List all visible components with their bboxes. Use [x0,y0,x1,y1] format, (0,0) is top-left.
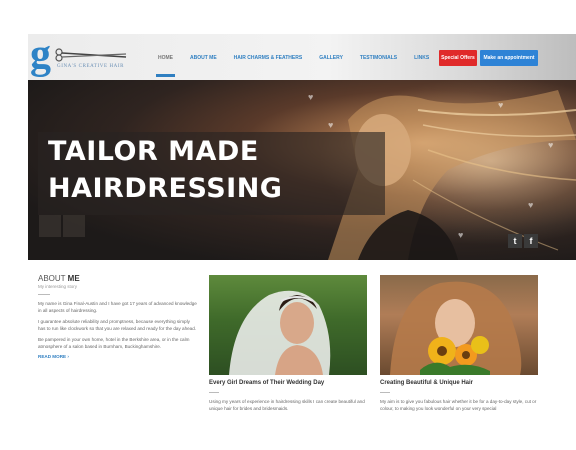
about-subtitle: My interesting story [38,284,78,289]
about-heading-light: ABOUT [38,274,66,283]
about-paragraph: My name is Gina Final-Austin and I have … [38,301,197,313]
facebook-icon[interactable]: f [524,234,538,248]
about-paragraph: Be pampered in your own home, hotel in t… [38,337,190,349]
hero-title-line-2: HAIRDRESSING [48,173,283,204]
card-text: My aim is to give you fabulous hair whet… [380,399,537,411]
slider-next-button[interactable] [63,215,85,237]
card-title[interactable]: Creating Beautiful & Unique Hair [380,380,538,386]
read-more-link[interactable]: READ MORE › [38,354,198,359]
nav-gallery[interactable]: GALLERY [319,52,343,64]
card-text: Using my years of experience in hairdres… [209,399,365,411]
website-page: g GINA'S CREATIVE HAIR HOME ABOUT ME HAI… [28,34,576,419]
hero-title-line-1: TAILOR MADE [48,136,259,167]
about-heading-bold: ME [67,274,80,283]
about-paragraph: I guarantee absolute reliability and pro… [38,319,197,331]
nav-about-me[interactable]: ABOUT ME [190,52,217,64]
twitter-icon[interactable]: t [508,234,522,248]
logo-letter: g [30,34,51,78]
heart-decoration: ♥ [328,120,334,130]
about-heading: ABOUT ME [38,274,198,283]
hero-banner: ♥ ♥ ♥ ♥ ♥ ♥ ♥ TAILOR MADE HAIRDRESSING t… [28,80,576,260]
scissors-icon [55,48,127,62]
nav-hair-charms-feathers[interactable]: HAIR CHARMS & FEATHERS [234,52,303,64]
bride-illustration [229,290,331,375]
nav-links[interactable]: LINKS [414,52,429,64]
flowers-photo[interactable] [380,275,538,375]
special-offers-button[interactable]: Special Offers [439,50,477,66]
divider [380,392,390,393]
divider [209,392,219,393]
site-header: g GINA'S CREATIVE HAIR HOME ABOUT ME HAI… [28,34,576,80]
about-section: ABOUT ME My interesting story My name is… [38,274,198,359]
heart-decoration: ♥ [308,92,314,102]
divider [38,294,50,295]
heart-decoration: ♥ [548,140,554,150]
main-navigation: HOME ABOUT ME HAIR CHARMS & FEATHERS GAL… [156,52,446,77]
site-logo[interactable]: g GINA'S CREATIVE HAIR [30,34,150,78]
nav-testimonials[interactable]: TESTIMONIALS [360,52,397,64]
make-appointment-button[interactable]: Make an appointment [480,50,538,66]
card-title[interactable]: Every Girl Dreams of Their Wedding Day [209,380,367,386]
bride-photo[interactable] [209,275,367,375]
heart-decoration: ♥ [528,200,534,210]
heart-decoration: ♥ [498,100,504,110]
girl-with-flowers-illustration [390,281,522,375]
nav-home[interactable]: HOME [156,52,175,77]
heart-decoration: ♥ [458,230,464,240]
slider-prev-button[interactable] [39,215,61,237]
wedding-card: Every Girl Dreams of Their Wedding Day U… [209,275,367,412]
unique-hair-card: Creating Beautiful & Unique Hair My aim … [380,275,538,412]
logo-text: GINA'S CREATIVE HAIR [57,64,125,69]
